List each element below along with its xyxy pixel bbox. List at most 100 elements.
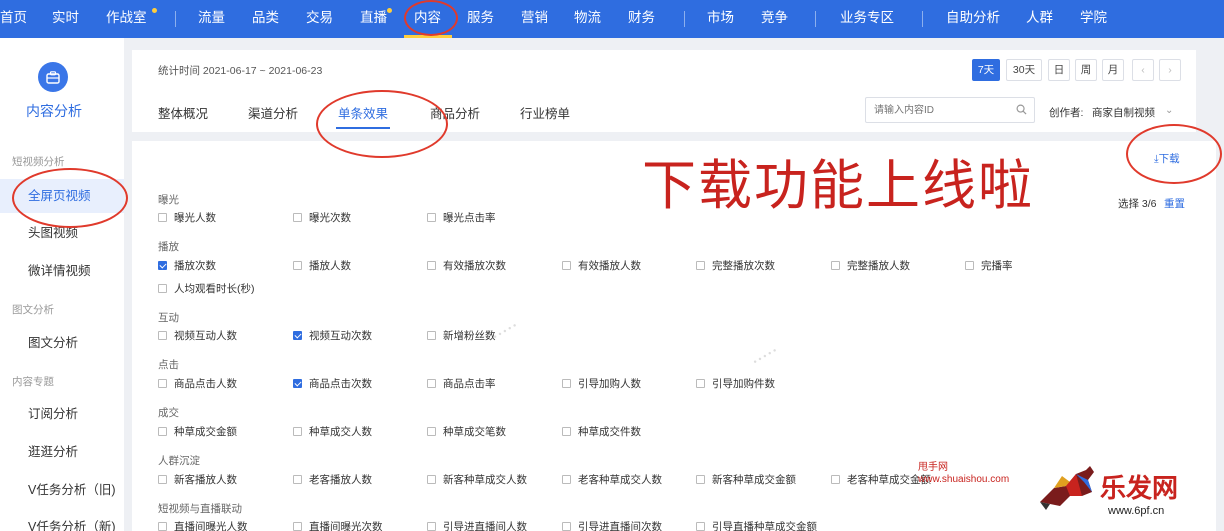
search-icon[interactable] — [1016, 104, 1027, 115]
sidebar-item-guangguang[interactable]: 逛逛分析 — [0, 435, 124, 469]
checkbox[interactable] — [293, 261, 302, 270]
nav-item-crowd[interactable]: 人群 — [1026, 0, 1053, 38]
nav-item-business-zone[interactable]: 业务专区 — [840, 0, 894, 38]
checkbox[interactable] — [696, 522, 705, 531]
nav-item-academy[interactable]: 学院 — [1080, 0, 1107, 38]
reset-link[interactable]: 重置 — [1164, 196, 1185, 211]
date-week-button[interactable]: 周 — [1075, 59, 1097, 81]
metric-checkbox[interactable]: 完播率 — [965, 258, 1013, 273]
sidebar-item-image-text-analysis[interactable]: 图文分析 — [0, 326, 124, 360]
nav-item-market[interactable]: 市场 — [707, 0, 734, 38]
nav-item-live[interactable]: 直播 — [360, 0, 387, 38]
checkbox[interactable] — [427, 379, 436, 388]
date-month-button[interactable]: 月 — [1102, 59, 1124, 81]
metric-checkbox[interactable]: 新客播放人数 — [158, 472, 237, 487]
metric-checkbox[interactable]: 有效播放次数 — [427, 258, 506, 273]
metric-checkbox[interactable]: 种草成交金额 — [158, 424, 237, 439]
date-7d-button[interactable]: 7天 — [972, 59, 1000, 81]
sidebar-item-vtask-old[interactable]: V任务分析（旧) — [0, 473, 124, 507]
metric-checkbox[interactable]: 人均观看时长(秒) — [158, 281, 255, 296]
metric-checkbox[interactable]: 播放人数 — [293, 258, 351, 273]
nav-item-service[interactable]: 服务 — [467, 0, 494, 38]
checkbox[interactable] — [427, 331, 436, 340]
checkbox[interactable] — [158, 475, 167, 484]
checkbox[interactable] — [293, 522, 302, 531]
checkbox[interactable] — [831, 261, 840, 270]
checkbox[interactable] — [965, 261, 974, 270]
metric-checkbox[interactable]: 新客种草成交金额 — [696, 472, 796, 487]
checkbox[interactable] — [696, 379, 705, 388]
tab-overview[interactable]: 整体概况 — [158, 103, 208, 122]
nav-item-self-analysis[interactable]: 自助分析 — [946, 0, 1000, 38]
nav-item-traffic[interactable]: 流量 — [198, 0, 225, 38]
checkbox[interactable] — [293, 331, 302, 340]
checkbox[interactable] — [562, 475, 571, 484]
metric-checkbox[interactable]: 种草成交人数 — [293, 424, 372, 439]
metric-checkbox[interactable]: 播放次数 — [158, 258, 216, 273]
metric-checkbox[interactable]: 新增粉丝数 — [427, 328, 496, 343]
checkbox[interactable] — [293, 213, 302, 222]
metric-checkbox[interactable]: 新客种草成交人数 — [427, 472, 527, 487]
metric-checkbox[interactable]: 视频互动人数 — [158, 328, 237, 343]
checkbox[interactable] — [158, 213, 167, 222]
tab-product-analysis[interactable]: 商品分析 — [430, 103, 480, 122]
metric-checkbox[interactable]: 商品点击率 — [427, 376, 496, 391]
nav-item-home[interactable]: 首页 — [0, 0, 27, 38]
metric-checkbox[interactable]: 商品点击次数 — [293, 376, 372, 391]
metric-checkbox[interactable]: 曝光人数 — [158, 210, 216, 225]
date-day-button[interactable]: 日 — [1048, 59, 1070, 81]
metric-checkbox[interactable]: 老客种草成交人数 — [562, 472, 662, 487]
metric-checkbox[interactable]: 引导加购人数 — [562, 376, 641, 391]
metric-checkbox[interactable]: 曝光点击率 — [427, 210, 496, 225]
checkbox[interactable] — [562, 522, 571, 531]
metric-checkbox[interactable]: 老客种草成交金额 — [831, 472, 931, 487]
metric-checkbox[interactable]: 直播间曝光人数 — [158, 519, 248, 531]
checkbox[interactable] — [158, 522, 167, 531]
tab-channel-analysis[interactable]: 渠道分析 — [248, 103, 298, 122]
creator-select[interactable]: 商家自制视频 — [1092, 105, 1155, 120]
nav-item-logistics[interactable]: 物流 — [574, 0, 601, 38]
content-id-search-input[interactable] — [865, 97, 1035, 123]
tab-industry-ranking[interactable]: 行业榜单 — [520, 103, 570, 122]
checkbox[interactable] — [293, 475, 302, 484]
metric-checkbox[interactable]: 曝光次数 — [293, 210, 351, 225]
metric-checkbox[interactable]: 完整播放人数 — [831, 258, 910, 273]
download-button[interactable]: ⤓下载 — [1154, 151, 1180, 166]
sidebar-item-vtask-new[interactable]: V任务分析（新) — [0, 510, 124, 531]
checkbox[interactable] — [158, 261, 167, 270]
checkbox[interactable] — [696, 475, 705, 484]
metric-checkbox[interactable]: 引导进直播间次数 — [562, 519, 662, 531]
nav-item-competition[interactable]: 竞争 — [761, 0, 788, 38]
prev-period-button[interactable]: ‹ — [1132, 59, 1154, 81]
checkbox[interactable] — [158, 427, 167, 436]
metric-checkbox[interactable]: 引导直播种草成交金额 — [696, 519, 817, 531]
checkbox[interactable] — [158, 284, 167, 293]
date-30d-button[interactable]: 30天 — [1006, 59, 1042, 81]
sidebar-item-main-image-video[interactable]: 头图视频 — [0, 216, 124, 250]
next-period-button[interactable]: › — [1159, 59, 1181, 81]
metric-checkbox[interactable]: 种草成交件数 — [562, 424, 641, 439]
checkbox[interactable] — [427, 213, 436, 222]
metric-checkbox[interactable]: 完整播放次数 — [696, 258, 775, 273]
metric-checkbox[interactable]: 商品点击人数 — [158, 376, 237, 391]
checkbox[interactable] — [427, 522, 436, 531]
checkbox[interactable] — [427, 475, 436, 484]
checkbox[interactable] — [831, 475, 840, 484]
nav-item-realtime[interactable]: 实时 — [52, 0, 79, 38]
metric-checkbox[interactable]: 有效播放人数 — [562, 258, 641, 273]
metric-checkbox[interactable]: 引导进直播间人数 — [427, 519, 527, 531]
sidebar-item-subscription[interactable]: 订阅分析 — [0, 397, 124, 431]
metric-checkbox[interactable]: 视频互动次数 — [293, 328, 372, 343]
checkbox[interactable] — [696, 261, 705, 270]
metric-checkbox[interactable]: 引导加购件数 — [696, 376, 775, 391]
metric-checkbox[interactable]: 直播间曝光次数 — [293, 519, 383, 531]
checkbox[interactable] — [427, 261, 436, 270]
checkbox[interactable] — [562, 379, 571, 388]
checkbox[interactable] — [293, 427, 302, 436]
checkbox[interactable] — [562, 427, 571, 436]
checkbox[interactable] — [158, 331, 167, 340]
metric-checkbox[interactable]: 老客播放人数 — [293, 472, 372, 487]
checkbox[interactable] — [427, 427, 436, 436]
sidebar-item-fullscreen-video[interactable]: 全屏页视频 — [0, 179, 124, 213]
checkbox[interactable] — [158, 379, 167, 388]
